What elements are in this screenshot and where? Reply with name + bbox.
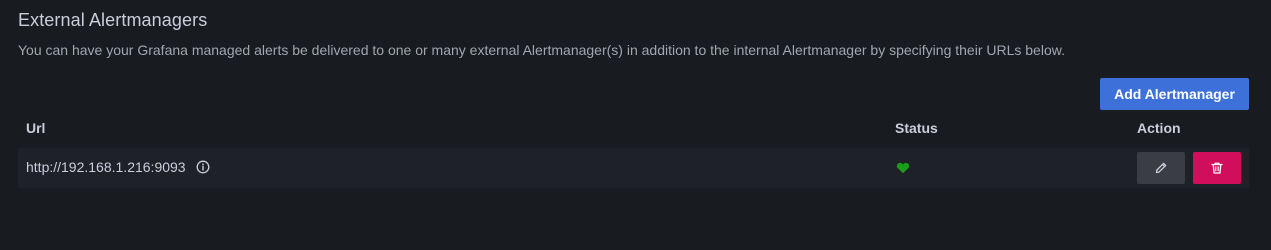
column-header-url: Url — [26, 120, 46, 136]
info-circle-icon[interactable] — [196, 160, 210, 174]
column-header-action: Action — [1137, 120, 1181, 136]
section-title: External Alertmanagers — [18, 10, 208, 30]
add-alertmanager-button[interactable]: Add Alertmanager — [1100, 78, 1249, 110]
delete-button[interactable] — [1193, 152, 1241, 184]
table-row: http://192.168.1.216:9093 — [18, 148, 1249, 188]
table-header: Url Status Action — [18, 112, 1249, 146]
external-alertmanagers-panel: External Alertmanagers You can have your… — [0, 0, 1271, 250]
url-cell: http://192.168.1.216:9093 — [26, 159, 210, 175]
heart-icon — [896, 161, 910, 175]
pen-icon — [1154, 161, 1168, 175]
section-description: You can have your Grafana managed alerts… — [18, 42, 1065, 58]
alertmanagers-table: Url Status Action http://192.168.1.216:9… — [18, 112, 1249, 188]
edit-button[interactable] — [1137, 152, 1185, 184]
alertmanager-url: http://192.168.1.216:9093 — [26, 159, 186, 175]
column-header-status: Status — [895, 120, 938, 136]
trash-icon — [1210, 161, 1224, 175]
